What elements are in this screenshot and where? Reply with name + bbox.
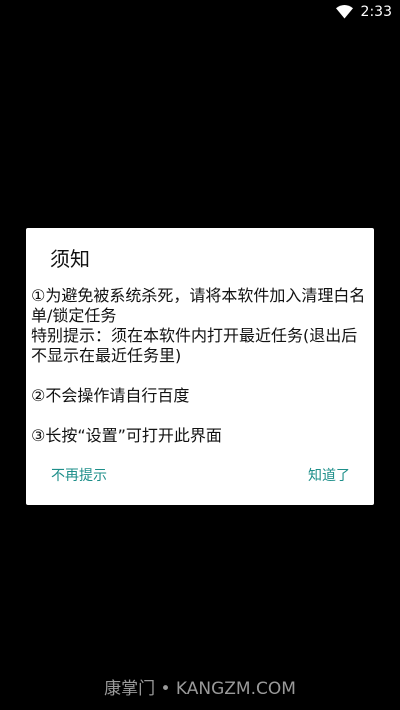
dont-show-again-button[interactable]: 不再提示	[51, 464, 107, 488]
clock: 2:33	[360, 4, 392, 20]
notice-special-tip: 特别提示：须在本软件内打开最近任务(退出后不显示在最近任务里)	[31, 326, 358, 365]
dialog-actions: 不再提示 知道了	[26, 464, 374, 488]
wifi-icon	[335, 5, 353, 19]
status-icons: 2:33	[335, 3, 392, 21]
got-it-button[interactable]: 知道了	[308, 464, 350, 488]
notice-item-whitelist: ①为避免被系统杀死，请将本软件加入清理白名单/锁定任务	[31, 286, 366, 325]
dialog-title: 须知	[50, 247, 90, 271]
watermark: 康掌门 • KANGZM.COM	[104, 679, 296, 699]
notice-dialog: 须知 ①为避免被系统杀死，请将本软件加入清理白名单/锁定任务 特别提示：须在本软…	[26, 228, 374, 505]
notice-item-search: ②不会操作请自行百度	[31, 386, 190, 405]
dialog-message: ①为避免被系统杀死，请将本软件加入清理白名单/锁定任务 特别提示：须在本软件内打…	[31, 286, 369, 446]
status-bar: 2:33	[0, 0, 400, 24]
notice-item-long-press: ③长按“设置”可打开此界面	[31, 426, 222, 445]
